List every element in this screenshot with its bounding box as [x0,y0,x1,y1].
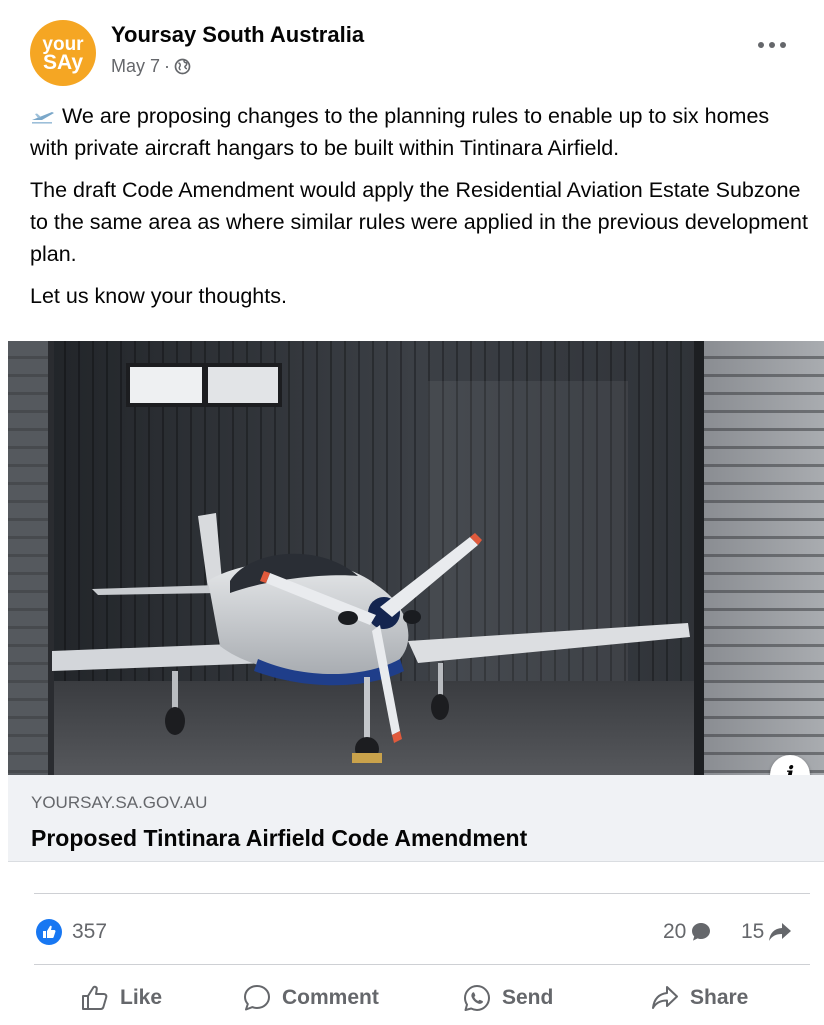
post-image[interactable] [8,341,824,775]
share-count-value: 15 [741,920,765,943]
comment-count-value: 20 [663,920,687,943]
post-date[interactable]: May 7 [111,56,160,77]
post-paragraph: The draft Code Amendment would apply the… [30,178,808,266]
comment-label: Comment [282,986,379,1009]
more-dots-icon [758,42,786,48]
like-label: Like [120,986,163,1009]
post-paragraph: Let us know your thoughts. [30,284,287,308]
more-options-button[interactable] [750,30,794,60]
share-count[interactable]: 15 [741,920,792,944]
reaction-count[interactable]: 357 [72,920,107,944]
like-button[interactable]: Like [80,978,162,1018]
meta-separator: · [164,56,171,76]
comment-bubble-icon [692,923,711,941]
hangar-airplane-photo [8,341,824,775]
post-paragraph: We are proposing changes to the planning… [30,100,810,164]
comment-icon [244,985,270,1011]
share-label: Share [690,986,749,1009]
post-meta: May 7 · [111,56,191,77]
send-button[interactable]: Send [462,978,553,1018]
like-reaction-icon[interactable] [36,919,62,945]
share-button[interactable]: Share [650,978,748,1018]
paragraph-text: We are proposing changes to the planning… [30,104,770,160]
link-preview[interactable]: YOURSAY.SA.GOV.AU Proposed Tintinara Air… [8,775,824,862]
thumbs-up-icon [82,985,108,1010]
actions-divider [34,964,810,965]
send-label: Send [502,986,554,1009]
link-domain: YOURSAY.SA.GOV.AU [31,793,208,812]
comment-count[interactable]: 20 [663,920,712,944]
stats-divider [34,893,810,894]
facebook-post: your SAy Yoursay South Australia May 7 ·… [0,0,824,1025]
post-text: We are proposing changes to the planning… [30,100,810,322]
page-name-link[interactable]: Yoursay South Australia [111,22,364,48]
share-arrow-icon [769,923,792,941]
whatsapp-icon [464,985,490,1011]
globe-icon[interactable] [174,58,191,75]
page-avatar[interactable]: your SAy [30,20,96,86]
airplane-departure-icon [32,112,54,124]
comment-button[interactable]: Comment [242,978,379,1018]
link-title[interactable]: Proposed Tintinara Airfield Code Amendme… [31,825,527,852]
avatar-text-bottom: SAy [42,51,84,74]
share-icon [652,986,678,1009]
